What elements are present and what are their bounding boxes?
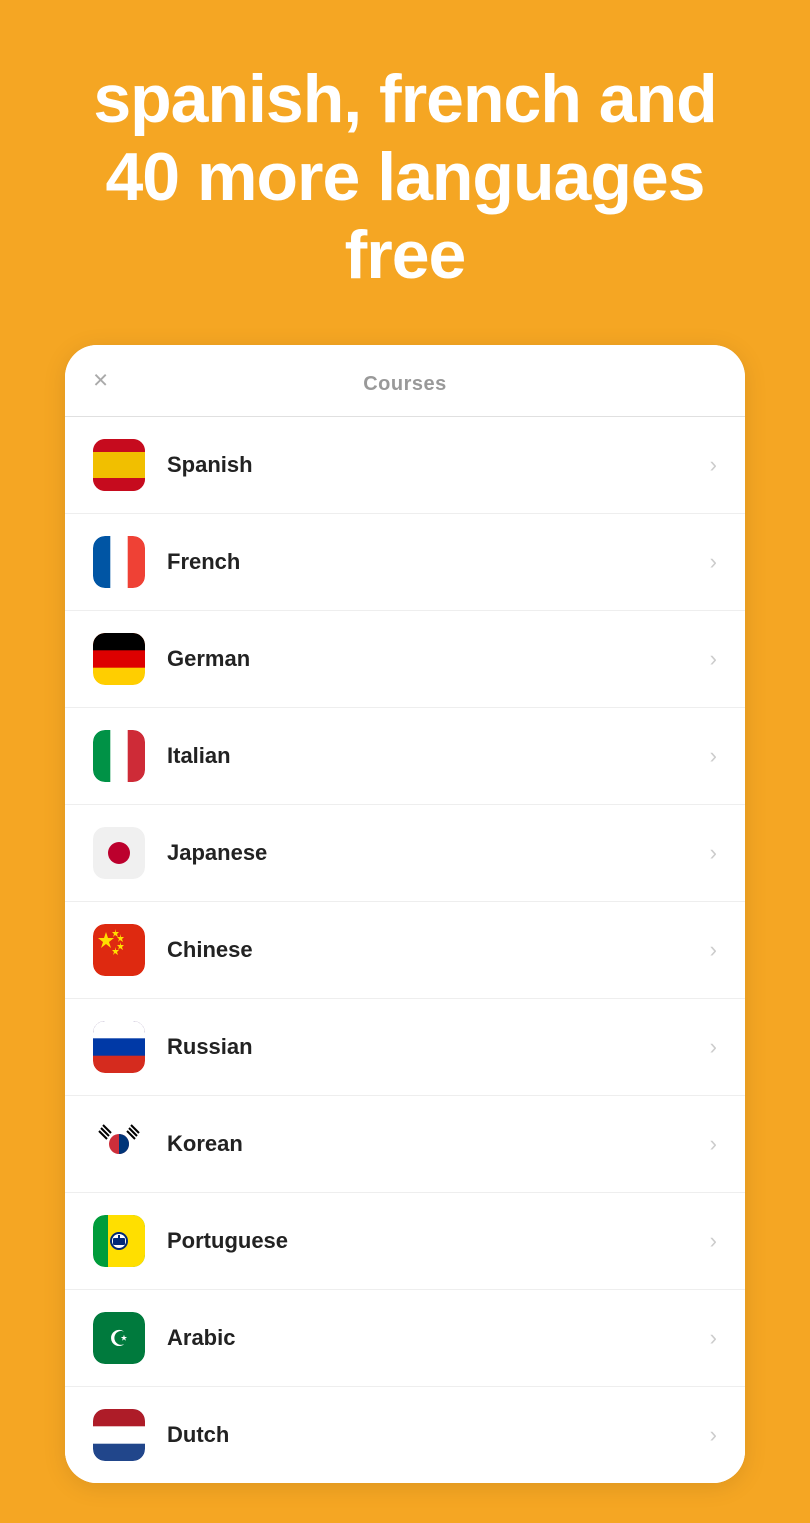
close-button[interactable]: ×	[93, 365, 108, 396]
language-item-german[interactable]: German ›	[65, 611, 745, 708]
language-name-spanish: Spanish	[167, 452, 710, 478]
language-name-french: French	[167, 549, 710, 575]
flag-chinese	[93, 924, 145, 976]
flag-spanish	[93, 439, 145, 491]
language-item-french[interactable]: French ›	[65, 514, 745, 611]
language-item-spanish[interactable]: Spanish ›	[65, 417, 745, 514]
chevron-russian: ›	[710, 1034, 717, 1060]
chevron-french: ›	[710, 549, 717, 575]
flag-arabic: ☪	[93, 1312, 145, 1364]
language-name-korean: Korean	[167, 1131, 710, 1157]
chevron-dutch: ›	[710, 1422, 717, 1448]
flag-japanese	[93, 827, 145, 879]
language-item-russian[interactable]: Russian ›	[65, 999, 745, 1096]
language-name-portuguese: Portuguese	[167, 1228, 710, 1254]
language-name-german: German	[167, 646, 710, 672]
language-name-chinese: Chinese	[167, 937, 710, 963]
chevron-german: ›	[710, 646, 717, 672]
chevron-korean: ›	[710, 1131, 717, 1157]
chevron-spanish: ›	[710, 452, 717, 478]
chevron-chinese: ›	[710, 937, 717, 963]
flag-portuguese	[93, 1215, 145, 1267]
flag-korean	[93, 1118, 145, 1170]
chevron-japanese: ›	[710, 840, 717, 866]
language-item-dutch[interactable]: Dutch ›	[65, 1387, 745, 1483]
language-name-italian: Italian	[167, 743, 710, 769]
header-section: spanish, french and 40 more languages fr…	[0, 0, 810, 335]
language-list: Spanish › French ›	[65, 417, 745, 1483]
card-title: Courses	[363, 373, 447, 396]
language-item-korean[interactable]: Korean ›	[65, 1096, 745, 1193]
language-name-russian: Russian	[167, 1034, 710, 1060]
flag-french	[93, 536, 145, 588]
language-item-chinese[interactable]: Chinese ›	[65, 902, 745, 999]
language-item-arabic[interactable]: ☪ Arabic ›	[65, 1290, 745, 1387]
card-header: × Courses	[65, 345, 745, 417]
chevron-arabic: ›	[710, 1325, 717, 1351]
language-name-dutch: Dutch	[167, 1422, 710, 1448]
svg-text:☪: ☪	[109, 1326, 129, 1351]
flag-dutch	[93, 1409, 145, 1461]
flag-russian	[93, 1021, 145, 1073]
language-item-portuguese[interactable]: Portuguese ›	[65, 1193, 745, 1290]
page-title: spanish, french and 40 more languages fr…	[50, 60, 760, 295]
flag-italian	[93, 730, 145, 782]
language-card: × Courses Spanish › Frenc	[65, 345, 745, 1483]
language-name-japanese: Japanese	[167, 840, 710, 866]
language-item-italian[interactable]: Italian ›	[65, 708, 745, 805]
flag-german	[93, 633, 145, 685]
chevron-italian: ›	[710, 743, 717, 769]
chevron-portuguese: ›	[710, 1228, 717, 1254]
language-item-japanese[interactable]: Japanese ›	[65, 805, 745, 902]
language-name-arabic: Arabic	[167, 1325, 710, 1351]
